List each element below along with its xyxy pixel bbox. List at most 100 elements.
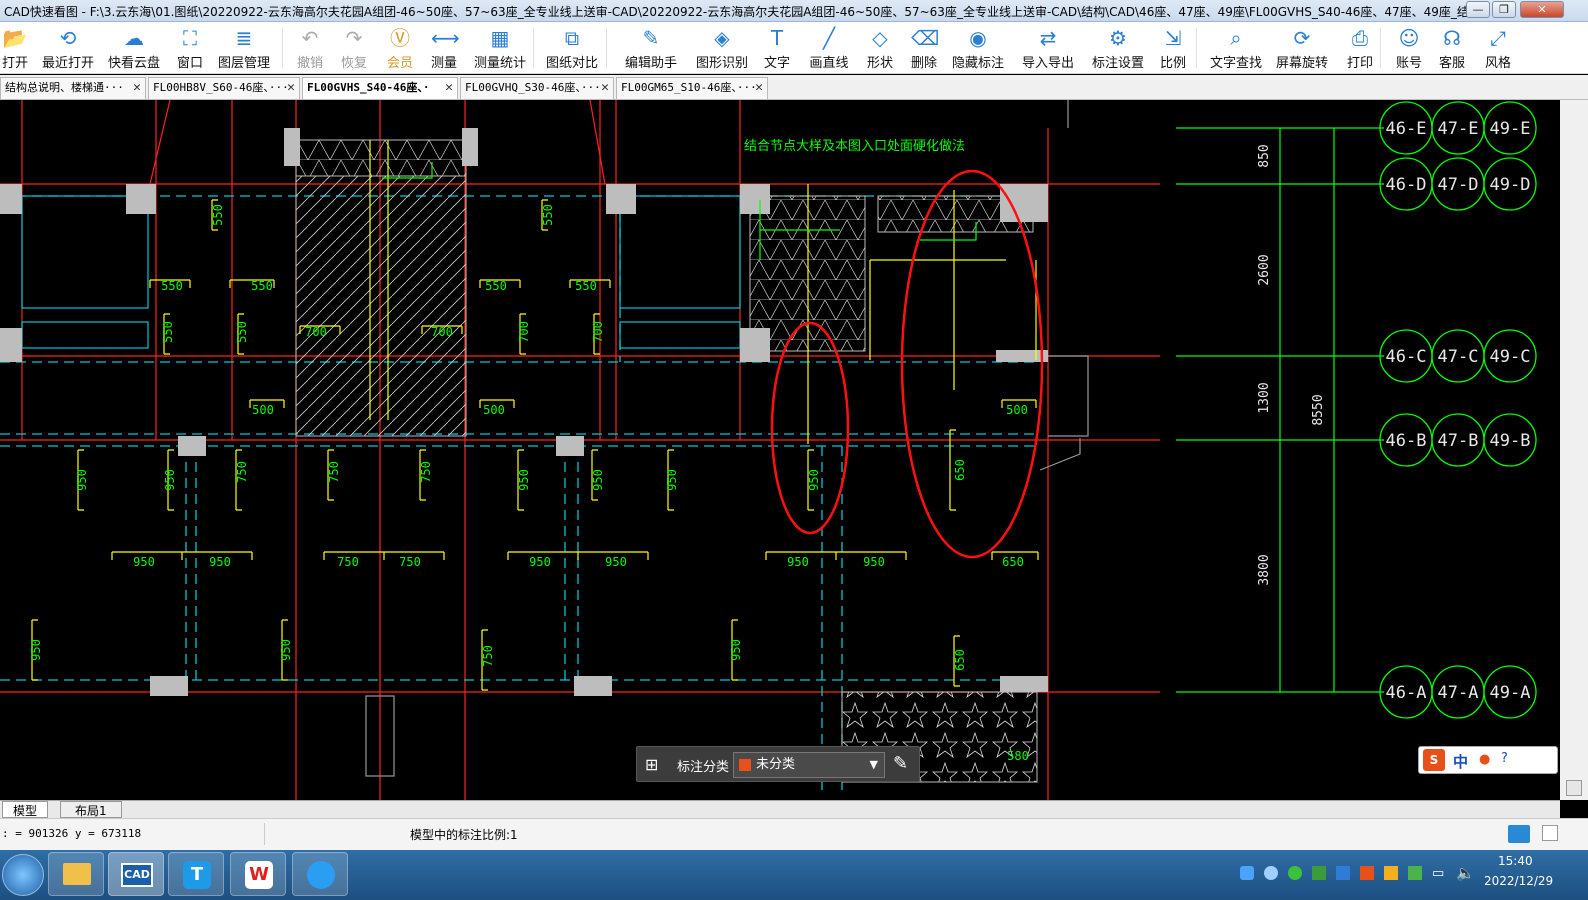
tray-cloud-icon[interactable] — [1264, 866, 1278, 880]
toolbar-button-label: 图形识别 — [695, 56, 748, 71]
tray-app-icon[interactable] — [1240, 866, 1254, 880]
toolbar-button-import-export[interactable]: ⇄ 导入导出 — [1016, 24, 1080, 72]
axis-bubble-label: 47-D — [1438, 175, 1479, 195]
document-tab[interactable]: FL00GVHS_S40-46座、· ✕ — [302, 77, 458, 99]
toolbar-button-measure[interactable]: ⟷ 测量 — [424, 24, 464, 72]
maximize-button[interactable]: ❐ — [1492, 1, 1516, 18]
window-title: CAD快速看图 - F:\3.云东海\01.图纸\20220922-云东海高尔夫… — [4, 5, 1481, 19]
cad-taskbar-button[interactable]: CAD — [108, 852, 164, 896]
document-tab[interactable]: FL00GM65_S10-46座、··· ✕ — [616, 77, 768, 99]
minimize-button[interactable]: — — [1466, 1, 1490, 18]
toolbar-button-hide-eye[interactable]: ◉ 隐藏标注 — [948, 24, 1008, 72]
toolbar-button-style[interactable]: ⤢ 风格 — [1476, 24, 1520, 72]
toolbar-button-headset[interactable]: ☊ 客服 — [1428, 24, 1476, 72]
ime-help-icon[interactable]: ? — [1501, 751, 1508, 766]
dimension-label: 950 — [605, 555, 627, 569]
scroll-down-arrow[interactable] — [1566, 780, 1582, 796]
toolbar-button-window-fit[interactable]: ⛶ 窗口 — [170, 24, 210, 72]
document-tab[interactable]: FL00HB8V_S60-46座、··· ✕ — [148, 77, 300, 99]
drawing-canvas[interactable]: 结合节点大样及本图入口处面硬化做法 850 2600 1300 3800 8550 46… — [0, 100, 1560, 800]
toolbar-button-label: 标注设置 — [1091, 56, 1144, 71]
dimension-label: 550 — [541, 204, 555, 226]
toolbar-button-print[interactable]: ⎙ 打印 — [1338, 24, 1382, 72]
axis-bubble-label: 49-B — [1490, 431, 1531, 451]
chevron-down-icon: ▼ — [869, 758, 878, 771]
vip-icon: Ⓥ — [390, 26, 410, 50]
toolbar-button-line[interactable]: ╱ 画直线 — [804, 24, 854, 72]
close-window-button[interactable]: ✕ — [1520, 1, 1564, 18]
headset-icon: ☊ — [1443, 26, 1461, 50]
toolbar-button-label: 文字 — [763, 56, 790, 71]
toolbar-button-text-search[interactable]: ⌕ 文字查找 — [1206, 24, 1266, 72]
vertical-scrollbar[interactable] — [1560, 100, 1588, 800]
toolbar-button-scale[interactable]: ⇲ 比例 — [1154, 24, 1192, 72]
toolbar-button-label: 会员 — [386, 56, 413, 71]
status-bar: : = 901326 y = 673118 模型中的标注比例:1 — [0, 818, 1588, 850]
toolbar-button-label: 编辑助手 — [624, 56, 677, 71]
toolbar-button-shape[interactable]: ◇ 形状 — [860, 24, 900, 72]
axis-bubble-label: 47-C — [1438, 347, 1479, 367]
toolbar-button-label: 删除 — [910, 56, 937, 71]
toolbar-button-undo[interactable]: ↶ 撤销 — [290, 24, 330, 72]
document-tab-label: FL00GVHQ_S30-46座、··· — [465, 81, 601, 94]
browser-taskbar-button[interactable] — [292, 852, 348, 896]
toolbar-button-edit-assistant[interactable]: ✎ 编辑助手 — [616, 24, 686, 72]
text-app-taskbar-button[interactable]: T — [168, 852, 224, 896]
dimension-label: 750 — [337, 555, 359, 569]
annotation-settings-icon: ⚙ — [1109, 26, 1127, 50]
document-tab[interactable]: 结构总说明、楼梯通··· ✕ — [0, 77, 146, 99]
ime-mode-text[interactable]: 中 — [1453, 751, 1468, 772]
toolbar-button-text[interactable]: T 文字 — [754, 24, 800, 72]
close-tab-icon[interactable]: ✕ — [287, 78, 295, 98]
layout1-tab[interactable]: 布局1 — [60, 801, 122, 818]
toolbar-button-folder-open[interactable]: 📂 打开 — [0, 24, 30, 72]
toolbar-button-redo[interactable]: ↷ 恢复 — [334, 24, 374, 72]
toolbar-button-account[interactable]: ☺ 账号 — [1390, 24, 1428, 72]
network-icon[interactable]: ▭ — [1432, 866, 1444, 881]
toolbar-button-annotation-settings[interactable]: ⚙ 标注设置 — [1088, 24, 1148, 72]
toolbar-button-shape-recognition[interactable]: ◈ 图形识别 — [694, 24, 750, 72]
toolbar-button-compare[interactable]: ⧉ 图纸对比 — [540, 24, 604, 72]
status-mode-icon[interactable] — [1508, 825, 1530, 843]
grid-icon[interactable]: ⊞ — [645, 755, 658, 774]
close-tab-icon[interactable]: ✕ — [755, 78, 763, 98]
toolbar-button-layers[interactable]: ≣ 图层管理 — [212, 24, 276, 72]
toolbar-button-vip[interactable]: Ⓥ 会员 — [380, 24, 420, 72]
toolbar-button-label: 测量统计 — [473, 56, 526, 71]
tray-nvidia-icon[interactable] — [1408, 866, 1422, 880]
start-button[interactable] — [2, 854, 44, 896]
wps-taskbar-button[interactable]: W — [230, 852, 286, 896]
toolbar-button-cloud[interactable]: ☁ 快看云盘 — [104, 24, 164, 72]
cloud-icon: ☁ — [124, 26, 144, 50]
explorer-taskbar-button[interactable] — [48, 852, 104, 896]
dimension-label: 550 — [485, 279, 507, 293]
model-tab[interactable]: 模型 — [2, 801, 49, 818]
document-tab[interactable]: FL00GVHQ_S30-46座、··· ✕ — [460, 77, 614, 99]
document-tab-label: FL00HB8V_S60-46座、··· — [153, 81, 289, 94]
close-tab-icon[interactable]: ✕ — [133, 78, 141, 98]
toolbar-button-measure-stats[interactable]: ▦ 测量统计 — [470, 24, 530, 72]
ime-skin-icon[interactable]: ● — [1479, 752, 1490, 767]
status-panel-icon[interactable] — [1542, 825, 1558, 841]
toolbar-button-label: 导入导出 — [1021, 56, 1074, 71]
tray-shield-icon[interactable] — [1336, 866, 1350, 880]
ime-toolbar[interactable]: S 中 ● ? — [1418, 746, 1558, 774]
axis-bubble-label: 46-C — [1386, 347, 1427, 367]
line-icon: ╱ — [822, 26, 836, 50]
toolbar-button-screen-rotate[interactable]: ⟳ 屏幕旋转 — [1270, 24, 1334, 72]
tray-power-icon[interactable] — [1384, 866, 1398, 880]
tray-check-icon[interactable] — [1312, 866, 1326, 880]
shape-icon: ◇ — [872, 26, 888, 50]
volume-icon[interactable]: 🔈 — [1456, 864, 1475, 882]
annotation-category-select[interactable]: 未分类 ▼ — [733, 752, 885, 778]
edit-icon[interactable]: ✎ — [893, 753, 908, 774]
toolbar-button-eraser[interactable]: ⌫ 删除 — [902, 24, 946, 72]
undo-icon: ↶ — [301, 26, 319, 50]
close-tab-icon[interactable]: ✕ — [445, 78, 453, 98]
category-color-swatch — [739, 759, 751, 771]
close-tab-icon[interactable]: ✕ — [601, 78, 609, 98]
tray-wechat-icon[interactable] — [1288, 866, 1302, 880]
dimension-label: 650 — [953, 649, 967, 671]
toolbar-button-recent-clock[interactable]: ⟲ 最近打开 — [38, 24, 98, 72]
tray-sogou-icon[interactable] — [1360, 866, 1374, 880]
